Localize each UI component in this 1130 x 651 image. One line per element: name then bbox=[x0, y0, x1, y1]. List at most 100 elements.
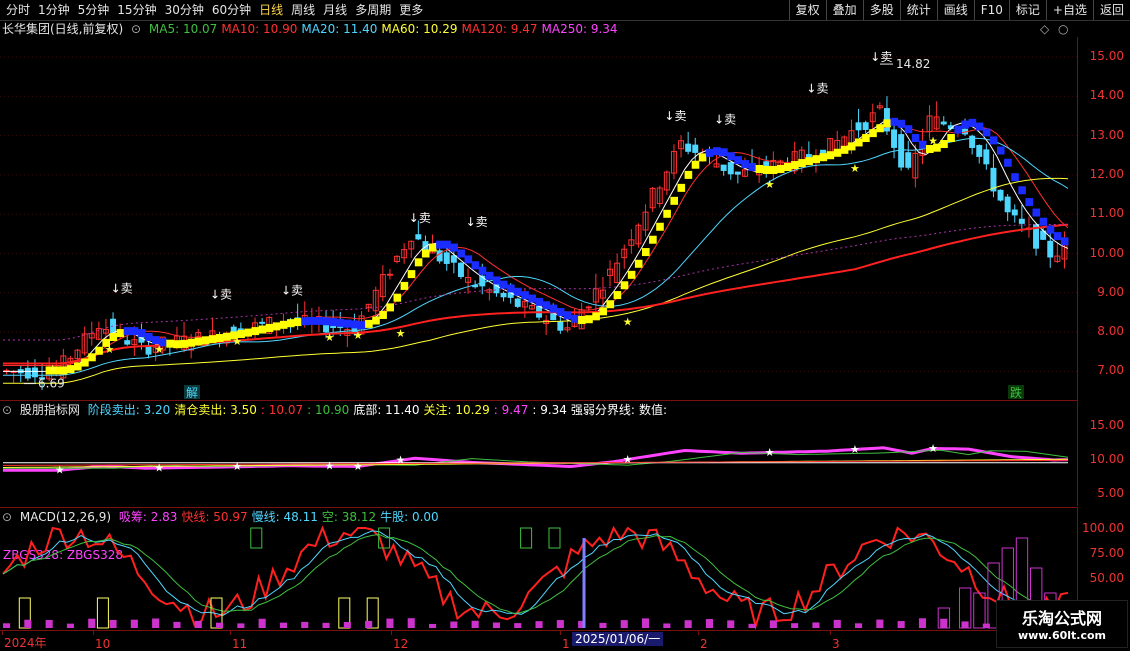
band-step bbox=[940, 140, 948, 149]
band-step bbox=[947, 134, 955, 143]
band-step bbox=[251, 327, 260, 336]
candle-body bbox=[514, 298, 521, 307]
histogram-bar bbox=[769, 620, 777, 628]
macd-chart[interactable] bbox=[0, 524, 1078, 630]
indicator-star: ★ bbox=[325, 460, 335, 473]
band-step bbox=[421, 249, 430, 258]
histogram-bar bbox=[599, 622, 607, 628]
indicator-star: ★ bbox=[928, 442, 938, 455]
period-tab-10[interactable]: 更多 bbox=[395, 0, 427, 20]
date-label-1: 10 bbox=[95, 637, 111, 651]
band-step bbox=[322, 317, 331, 326]
settings-icon[interactable]: ⊙ bbox=[131, 22, 141, 36]
period-tab-0[interactable]: 分时 bbox=[2, 0, 34, 20]
toolbar-button-5[interactable]: F10 bbox=[973, 0, 1009, 20]
period-tab-3[interactable]: 15分钟 bbox=[113, 0, 160, 20]
candle-body bbox=[1018, 218, 1025, 224]
candle-body bbox=[862, 122, 869, 130]
buy-star: ★ bbox=[232, 335, 242, 348]
price-axis: 15.00 14.00 13.00 12.00 11.00 10.00 9.00 8.00 7.… bbox=[1077, 37, 1130, 400]
band-step bbox=[308, 316, 316, 325]
indicator-star: ★ bbox=[623, 453, 633, 466]
band-step bbox=[847, 142, 856, 151]
band-step bbox=[571, 314, 579, 323]
date-label-2: 11 bbox=[232, 637, 248, 651]
period-tab-4[interactable]: 30分钟 bbox=[161, 0, 208, 20]
period-tab-5[interactable]: 60分钟 bbox=[208, 0, 255, 20]
candle-body bbox=[1047, 240, 1054, 258]
band-step bbox=[145, 332, 153, 341]
indicator-tick-2: 5.00 bbox=[1097, 486, 1124, 500]
candle-body bbox=[386, 273, 393, 276]
toolbar-button-8[interactable]: 返回 bbox=[1092, 0, 1130, 20]
period-tab-6[interactable]: 日线 bbox=[255, 0, 287, 20]
toolbar-button-0[interactable]: 复权 bbox=[788, 0, 826, 20]
macd-value-3: 空: 38.12 bbox=[321, 510, 377, 524]
band-step bbox=[59, 366, 68, 375]
band-step bbox=[443, 240, 451, 249]
band-step bbox=[961, 120, 970, 129]
toolbar-button-2[interactable]: 多股 bbox=[862, 0, 900, 20]
band-step bbox=[855, 138, 863, 147]
band-step bbox=[95, 346, 103, 355]
buy-box bbox=[96, 597, 109, 629]
band-step bbox=[265, 323, 274, 332]
histogram-bar bbox=[918, 618, 926, 628]
candle-body bbox=[24, 367, 31, 379]
histogram-bar bbox=[642, 618, 650, 628]
band-step bbox=[1004, 158, 1012, 167]
price-tick-8: 7.00 bbox=[1097, 363, 1124, 378]
band-step bbox=[457, 249, 465, 258]
period-tab-8[interactable]: 月线 bbox=[319, 0, 351, 20]
collapse-icon[interactable]: ⊙ bbox=[2, 403, 12, 417]
indicator-star: ★ bbox=[353, 460, 363, 473]
collapse-icon[interactable]: ⊙ bbox=[2, 510, 12, 524]
indicator-star: ★ bbox=[765, 446, 775, 459]
histogram-bar bbox=[556, 620, 564, 628]
histogram-bar bbox=[663, 623, 671, 628]
band-step bbox=[549, 304, 558, 313]
indicator-chart[interactable]: ★ ★ ★ ★ ★ ★ ★ ★ ★ ★ bbox=[0, 418, 1078, 506]
buy-star: ★ bbox=[623, 315, 633, 328]
histogram-bar bbox=[386, 618, 394, 628]
toolbar-button-1[interactable]: 叠加 bbox=[825, 0, 863, 20]
period-tab-9[interactable]: 多周期 bbox=[351, 0, 395, 20]
period-tab-7[interactable]: 周线 bbox=[287, 0, 319, 20]
histogram-bar bbox=[407, 618, 415, 628]
toolbar-button-3[interactable]: 统计 bbox=[899, 0, 937, 20]
price-chart[interactable]: ↓卖 ↓卖 ↓卖 ↓卖 ↓卖 ↓卖 ↓卖 ↓卖 ↓卖 ★ ★ ★ ★ ★ ★ ★ ★ ★ ★ ★ 14.82 6.69 解 跌 bbox=[0, 37, 1078, 400]
toolbar-button-6[interactable]: 标记 bbox=[1008, 0, 1046, 20]
toolbar-button-4[interactable]: 画线 bbox=[936, 0, 974, 20]
sell-label: ↓卖 bbox=[111, 282, 133, 296]
main-legend: 长华集团(日线,前复权) ⊙ MA5: 10.07 MA10: 10.90 MA20… bbox=[2, 21, 626, 37]
toolbar-button-7[interactable]: +自选 bbox=[1045, 0, 1093, 20]
ma-value-1: MA10: 10.90 bbox=[221, 22, 298, 36]
ma-value-2: MA20: 11.40 bbox=[301, 22, 378, 36]
price-tick-6: 9.00 bbox=[1097, 284, 1124, 299]
period-tab-2[interactable]: 5分钟 bbox=[74, 0, 114, 20]
candle-body bbox=[1004, 196, 1011, 213]
band-step bbox=[563, 311, 572, 320]
sell-label: ↓卖 bbox=[409, 211, 431, 225]
period-tab-1[interactable]: 1分钟 bbox=[34, 0, 74, 20]
diamond-icon[interactable]: ◇ bbox=[1040, 22, 1049, 36]
price-tick-0: 15.00 bbox=[1089, 49, 1124, 63]
buy-star: ★ bbox=[353, 329, 363, 342]
band-step bbox=[911, 134, 920, 143]
indicator-stars: ★ ★ ★ ★ ★ ★ ★ ★ ★ ★ bbox=[55, 442, 938, 477]
circle-icon[interactable]: ○ bbox=[1058, 22, 1068, 36]
macd-legend: ⊙ MACD(12,26,9) 吸筹: 2.83 快线: 50.97 慢线: 48.… bbox=[2, 509, 447, 525]
band-step bbox=[244, 328, 252, 337]
histogram-bar bbox=[24, 619, 32, 628]
band-step bbox=[301, 317, 309, 326]
candle-body bbox=[805, 154, 812, 158]
ma-value-3: MA60: 10.29 bbox=[381, 22, 458, 36]
buy-star: ★ bbox=[325, 331, 335, 344]
band-step bbox=[436, 240, 444, 249]
sell-label: ↓卖 bbox=[806, 81, 828, 95]
candle-body bbox=[443, 252, 450, 264]
histogram-bar bbox=[343, 622, 351, 628]
band-step bbox=[649, 235, 657, 244]
histogram-bar bbox=[876, 619, 884, 628]
indicator-star: ★ bbox=[154, 461, 164, 474]
